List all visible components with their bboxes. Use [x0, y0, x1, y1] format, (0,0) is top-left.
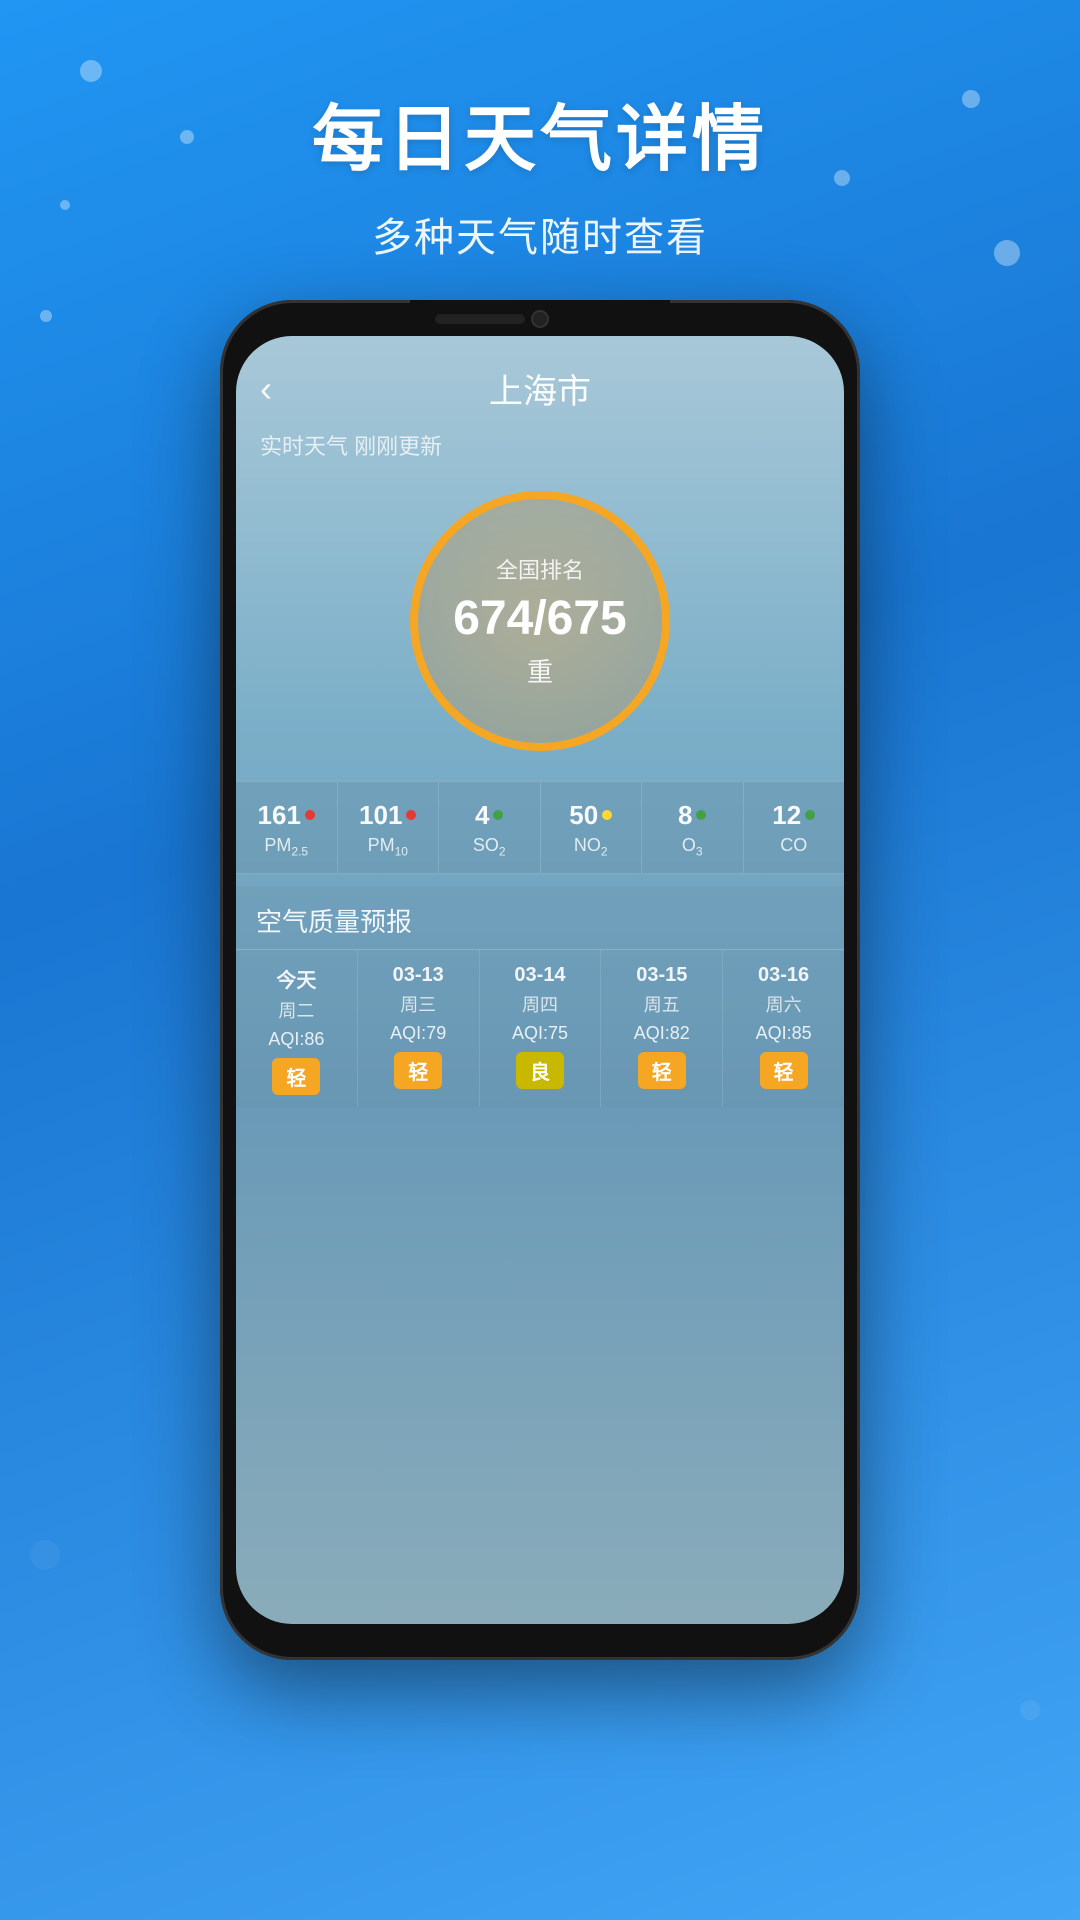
fc-weekday: 周二: [278, 997, 314, 1023]
main-title: 每日天气详情: [0, 80, 1080, 185]
fc-weekday: 周六: [766, 991, 802, 1017]
pollutant-item: 4 SO2: [439, 782, 541, 873]
poll-value: 4: [475, 800, 489, 831]
fc-badge: 轻: [760, 1052, 808, 1089]
forecast-col: 03-15 周五 AQI:82 轻: [601, 950, 723, 1107]
fc-day: 今天: [276, 964, 316, 993]
poll-value: 12: [772, 800, 801, 831]
forecast-col: 03-14 周四 AQI:75 良: [480, 950, 602, 1107]
fc-day: 03-13: [393, 964, 444, 987]
poll-dot: [406, 810, 416, 820]
aqi-level: 重: [527, 652, 553, 689]
fc-day: 03-14: [514, 964, 565, 987]
poll-name: SO2: [473, 835, 506, 859]
pollutant-item: 8 O3: [642, 782, 744, 873]
fc-day: 03-16: [758, 964, 809, 987]
app-header: ‹ 上海市: [236, 336, 844, 425]
poll-value: 8: [678, 800, 692, 831]
forecast-row: 今天 周二 AQI:86 轻 03-13 周三 AQI:79 轻 03-14 周…: [236, 950, 844, 1107]
fc-aqi: AQI:85: [756, 1023, 812, 1044]
poll-name: NO2: [574, 835, 608, 859]
fc-day: 03-15: [636, 964, 687, 987]
poll-dot: [493, 810, 503, 820]
fc-aqi: AQI:86: [268, 1029, 324, 1050]
fc-badge: 轻: [394, 1052, 442, 1089]
forecast-col: 今天 周二 AQI:86 轻: [236, 950, 358, 1107]
forecast-col: 03-16 周六 AQI:85 轻: [723, 950, 844, 1107]
phone-speaker: [435, 314, 525, 324]
aqi-section: 全国排名 674/675 重: [236, 471, 844, 781]
pollutant-row: 161 PM2.5 101 PM10 4 SO2 50 NO2 8 O3 12: [236, 781, 844, 874]
poll-name: CO: [780, 835, 807, 859]
poll-name: O3: [682, 835, 703, 859]
pollutant-item: 101 PM10: [338, 782, 440, 873]
poll-value: 161: [258, 800, 301, 831]
back-button[interactable]: ‹: [260, 368, 272, 410]
fc-aqi: AQI:82: [634, 1023, 690, 1044]
sub-title: 多种天气随时查看: [0, 205, 1080, 263]
phone-mockup: ‹ 上海市 实时天气 刚刚更新 全国排名 674/675 重 161 PM2.5…: [220, 300, 860, 1680]
poll-name: PM10: [368, 835, 408, 859]
aqi-label: 全国排名: [496, 553, 584, 585]
poll-dot: [805, 810, 815, 820]
poll-dot: [696, 810, 706, 820]
poll-dot: [305, 810, 315, 820]
city-name: 上海市: [489, 364, 591, 413]
forecast-title: 空气质量预报: [236, 886, 844, 950]
phone-screen: ‹ 上海市 实时天气 刚刚更新 全国排名 674/675 重 161 PM2.5…: [236, 336, 844, 1624]
header-section: 每日天气详情 多种天气随时查看: [0, 0, 1080, 263]
pollutant-item: 50 NO2: [541, 782, 643, 873]
fc-badge: 轻: [272, 1058, 320, 1095]
fc-weekday: 周五: [644, 991, 680, 1017]
fc-weekday: 周四: [522, 991, 558, 1017]
poll-value: 50: [569, 800, 598, 831]
fc-aqi: AQI:75: [512, 1023, 568, 1044]
status-bar: 实时天气 刚刚更新: [236, 425, 844, 471]
aqi-value: 674/675: [453, 591, 627, 646]
phone-camera: [531, 310, 549, 328]
pollutant-item: 12 CO: [744, 782, 845, 873]
fc-weekday: 周三: [400, 991, 436, 1017]
fc-badge: 轻: [638, 1052, 686, 1089]
forecast-section: 空气质量预报 今天 周二 AQI:86 轻 03-13 周三 AQI:79 轻 …: [236, 886, 844, 1107]
poll-value: 101: [359, 800, 402, 831]
fc-aqi: AQI:79: [390, 1023, 446, 1044]
pollutant-item: 161 PM2.5: [236, 782, 338, 873]
poll-name: PM2.5: [264, 835, 308, 859]
forecast-col: 03-13 周三 AQI:79 轻: [358, 950, 480, 1107]
aqi-circle: 全国排名 674/675 重: [410, 491, 670, 751]
fc-badge: 良: [516, 1052, 564, 1089]
poll-dot: [602, 810, 612, 820]
